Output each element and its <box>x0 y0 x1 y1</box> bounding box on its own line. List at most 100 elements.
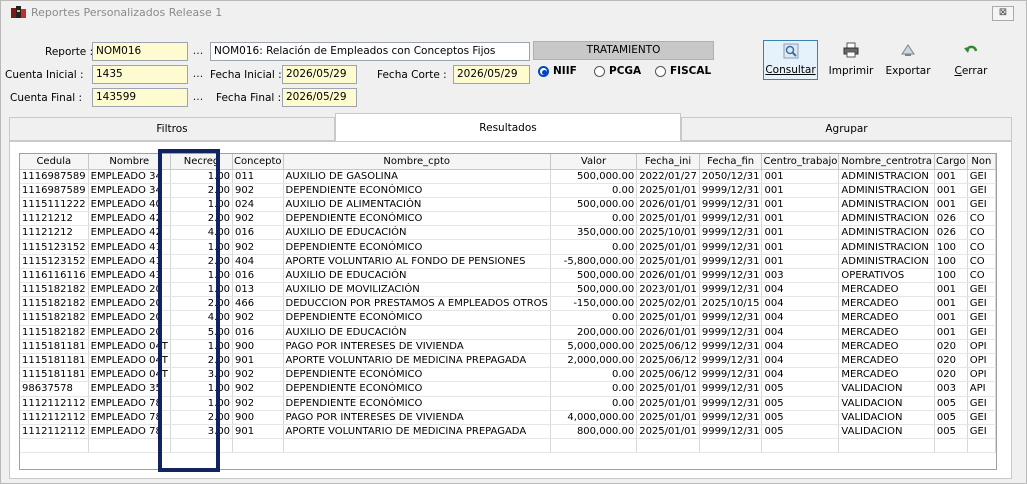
table-cell: MERCADEO <box>838 367 935 383</box>
column-header[interactable]: Fecha_fin <box>699 154 763 170</box>
fecha-final-label: Fecha Final : <box>216 92 282 104</box>
table-row[interactable]: 1116987589 EMPLEADO 34 1.00 011 AUXILIO DE G… <box>20 169 996 184</box>
table-cell: 2025/01/01 <box>636 183 700 198</box>
table-cell: GEI <box>967 310 996 326</box>
column-header[interactable]: Cargo <box>934 154 968 170</box>
table-cell: EMPLEADO 43 <box>88 268 171 284</box>
table-cell: DEDUCCION POR PRESTAMOS A EMPLEADOS OTRO… <box>283 296 551 312</box>
table-cell: 1115123152 <box>20 239 89 255</box>
table-cell: 9999/12/31 <box>699 339 763 354</box>
table-cell: 004 <box>761 325 840 340</box>
cuenta-inicial-browse-button[interactable]: ... <box>191 67 205 86</box>
table-cell: MERCADEO <box>838 325 935 340</box>
table-cell: 004 <box>761 353 840 369</box>
table-row[interactable]: 1115181181 EMPLEADO 04T 1.00 900 PAGO POR IN… <box>20 339 996 354</box>
cuenta-inicial-input[interactable]: 1435 <box>92 65 188 84</box>
table-cell: GEI <box>967 325 996 340</box>
fecha-corte-input[interactable]: 2026/05/29 <box>453 65 530 84</box>
table-row[interactable]: 1115182182 EMPLEADO 20 1.00 013 AUXILIO DE M… <box>20 282 996 298</box>
consultar-label: Consultar <box>765 64 816 76</box>
table-cell: 2025/06/12 <box>636 339 700 354</box>
table-cell: 005 <box>934 424 968 440</box>
table-cell: ADMINISTRACION <box>838 254 935 269</box>
table-row[interactable]: 1116987589 EMPLEADO 34 2.00 902 DEPENDIENTE … <box>20 183 996 198</box>
table-row[interactable]: 1115111222 EMPLEADO 40 1.00 024 AUXILIO DE A… <box>20 197 996 213</box>
table-cell: 001 <box>934 310 968 326</box>
table-cell: 0.00 <box>550 211 638 227</box>
table-cell: 902 <box>232 381 284 397</box>
tab-filtros[interactable]: Filtros <box>9 117 335 141</box>
column-header[interactable]: Nombre_centrotra <box>838 154 935 170</box>
table-row[interactable]: 1115182182 EMPLEADO 20 5.00 016 AUXILIO DE E… <box>20 325 996 340</box>
empty-cell <box>699 438 763 454</box>
table-cell: GEI <box>967 183 996 198</box>
column-header[interactable]: Concepto <box>232 154 284 170</box>
table-cell: 404 <box>232 254 284 269</box>
table-row[interactable]: 1112112112 EMPLEADO 78 3.00 901 APORTE VOLUN… <box>20 424 996 440</box>
table-row[interactable]: 11121212 EMPLEADO 42 4.00 016 AUXILIO DE EDU… <box>20 225 996 241</box>
reporte-browse-button[interactable]: ... <box>191 44 205 63</box>
table-row[interactable]: 1115181181 EMPLEADO 04T 2.00 901 APORTE VOLU… <box>20 353 996 369</box>
fecha-final-input[interactable]: 2026/05/29 <box>282 88 357 107</box>
table-row[interactable]: 1115182182 EMPLEADO 20 2.00 466 DEDUCCION PO… <box>20 296 996 312</box>
table-cell: 1.00 <box>170 282 234 298</box>
window-close-button[interactable]: ⊠ <box>992 6 1014 21</box>
column-header[interactable]: Valor <box>550 154 638 170</box>
column-header[interactable]: Nombre_cpto <box>283 154 551 170</box>
table-cell: 020 <box>934 367 968 383</box>
table-cell: OPI <box>967 353 996 369</box>
table-cell: -150,000.00 <box>550 296 638 312</box>
table-cell: CO <box>967 225 996 241</box>
results-grid[interactable]: Cedula Nombre Necreg Concepto Nombre_cpto Val… <box>19 153 997 470</box>
empty-cell <box>934 438 968 454</box>
table-row[interactable]: 98637578 EMPLEADO 35 1.00 902 DEPENDIENTE EC… <box>20 381 996 397</box>
table-cell: GEI <box>967 410 996 425</box>
table-cell: VALIDACION <box>838 424 935 440</box>
table-cell: DEPENDIENTE ECONÓMICO <box>283 310 551 326</box>
radio-pcga[interactable]: PCGA <box>594 65 641 77</box>
table-cell: 9999/12/31 <box>699 367 763 383</box>
fecha-inicial-input[interactable]: 2026/05/29 <box>282 65 357 84</box>
table-row[interactable]: 1115123152 EMPLEADO 41 2.00 404 APORTE VOLUN… <box>20 254 996 269</box>
column-header[interactable]: Fecha_ini <box>636 154 700 170</box>
cerrar-button[interactable]: Cerrar <box>943 40 999 80</box>
radio-unselected-icon <box>594 65 605 77</box>
table-cell: EMPLEADO 41 <box>88 254 171 269</box>
radio-fiscal[interactable]: FISCAL <box>655 65 711 77</box>
table-cell: 001 <box>761 254 840 269</box>
column-header[interactable]: Centro_trabajo <box>761 154 840 170</box>
column-header[interactable]: Cedula <box>20 154 89 170</box>
results-panel: Cedula Nombre Necreg Concepto Nombre_cpto Val… <box>9 141 1012 479</box>
column-header[interactable]: Nombre <box>88 154 171 170</box>
tab-agrupar[interactable]: Agrupar <box>681 117 1012 141</box>
table-cell: 2.00 <box>170 211 234 227</box>
column-header[interactable]: Necreg <box>170 154 234 170</box>
table-row[interactable]: 1112112112 EMPLEADO 78 2.00 900 PAGO POR INT… <box>20 410 996 425</box>
table-cell: GEI <box>967 424 996 440</box>
cuenta-final-input[interactable]: 143599 <box>92 88 188 107</box>
table-cell: 001 <box>761 225 840 241</box>
reporte-input[interactable]: NOM016 <box>92 42 188 61</box>
consultar-button[interactable]: Consultar <box>763 40 818 80</box>
imprimir-button[interactable]: Imprimir <box>824 40 878 80</box>
exportar-button[interactable]: Exportar <box>880 40 936 80</box>
cuenta-final-browse-button[interactable]: ... <box>191 90 205 109</box>
tab-resultados[interactable]: Resultados <box>335 113 681 142</box>
column-header[interactable]: Non <box>967 154 996 170</box>
window-title: Reportes Personalizados Release 1 <box>31 6 223 19</box>
table-row[interactable]: 11121212 EMPLEADO 42 2.00 902 DEPENDIENTE EC… <box>20 211 996 227</box>
table-cell: AUXILIO DE EDUCACIÓN <box>283 325 551 340</box>
table-row[interactable]: 1115181181 EMPLEADO 04T 3.00 902 DEPENDIENTE… <box>20 367 996 383</box>
imprimir-label: Imprimir <box>828 65 874 77</box>
table-row[interactable]: 1112112112 EMPLEADO 78 1.00 902 DEPENDIENTE … <box>20 396 996 411</box>
table-row[interactable]: 1115182182 EMPLEADO 20 4.00 902 DEPENDIENTE … <box>20 310 996 326</box>
table-row[interactable]: 1116116116 EMPLEADO 43 1.00 016 AUXILIO DE E… <box>20 268 996 284</box>
radio-niif[interactable]: NIIF <box>538 65 577 77</box>
table-cell: 9999/12/31 <box>699 310 763 326</box>
table-row[interactable]: 1115123152 EMPLEADO 41 1.00 902 DEPENDIENTE … <box>20 239 996 255</box>
printer-icon <box>843 42 859 58</box>
table-cell: DEPENDIENTE ECONÓMICO <box>283 211 551 227</box>
radio-pcga-label: PCGA <box>609 65 642 77</box>
table-cell: 9999/12/31 <box>699 353 763 369</box>
table-cell: 4.00 <box>170 225 234 241</box>
